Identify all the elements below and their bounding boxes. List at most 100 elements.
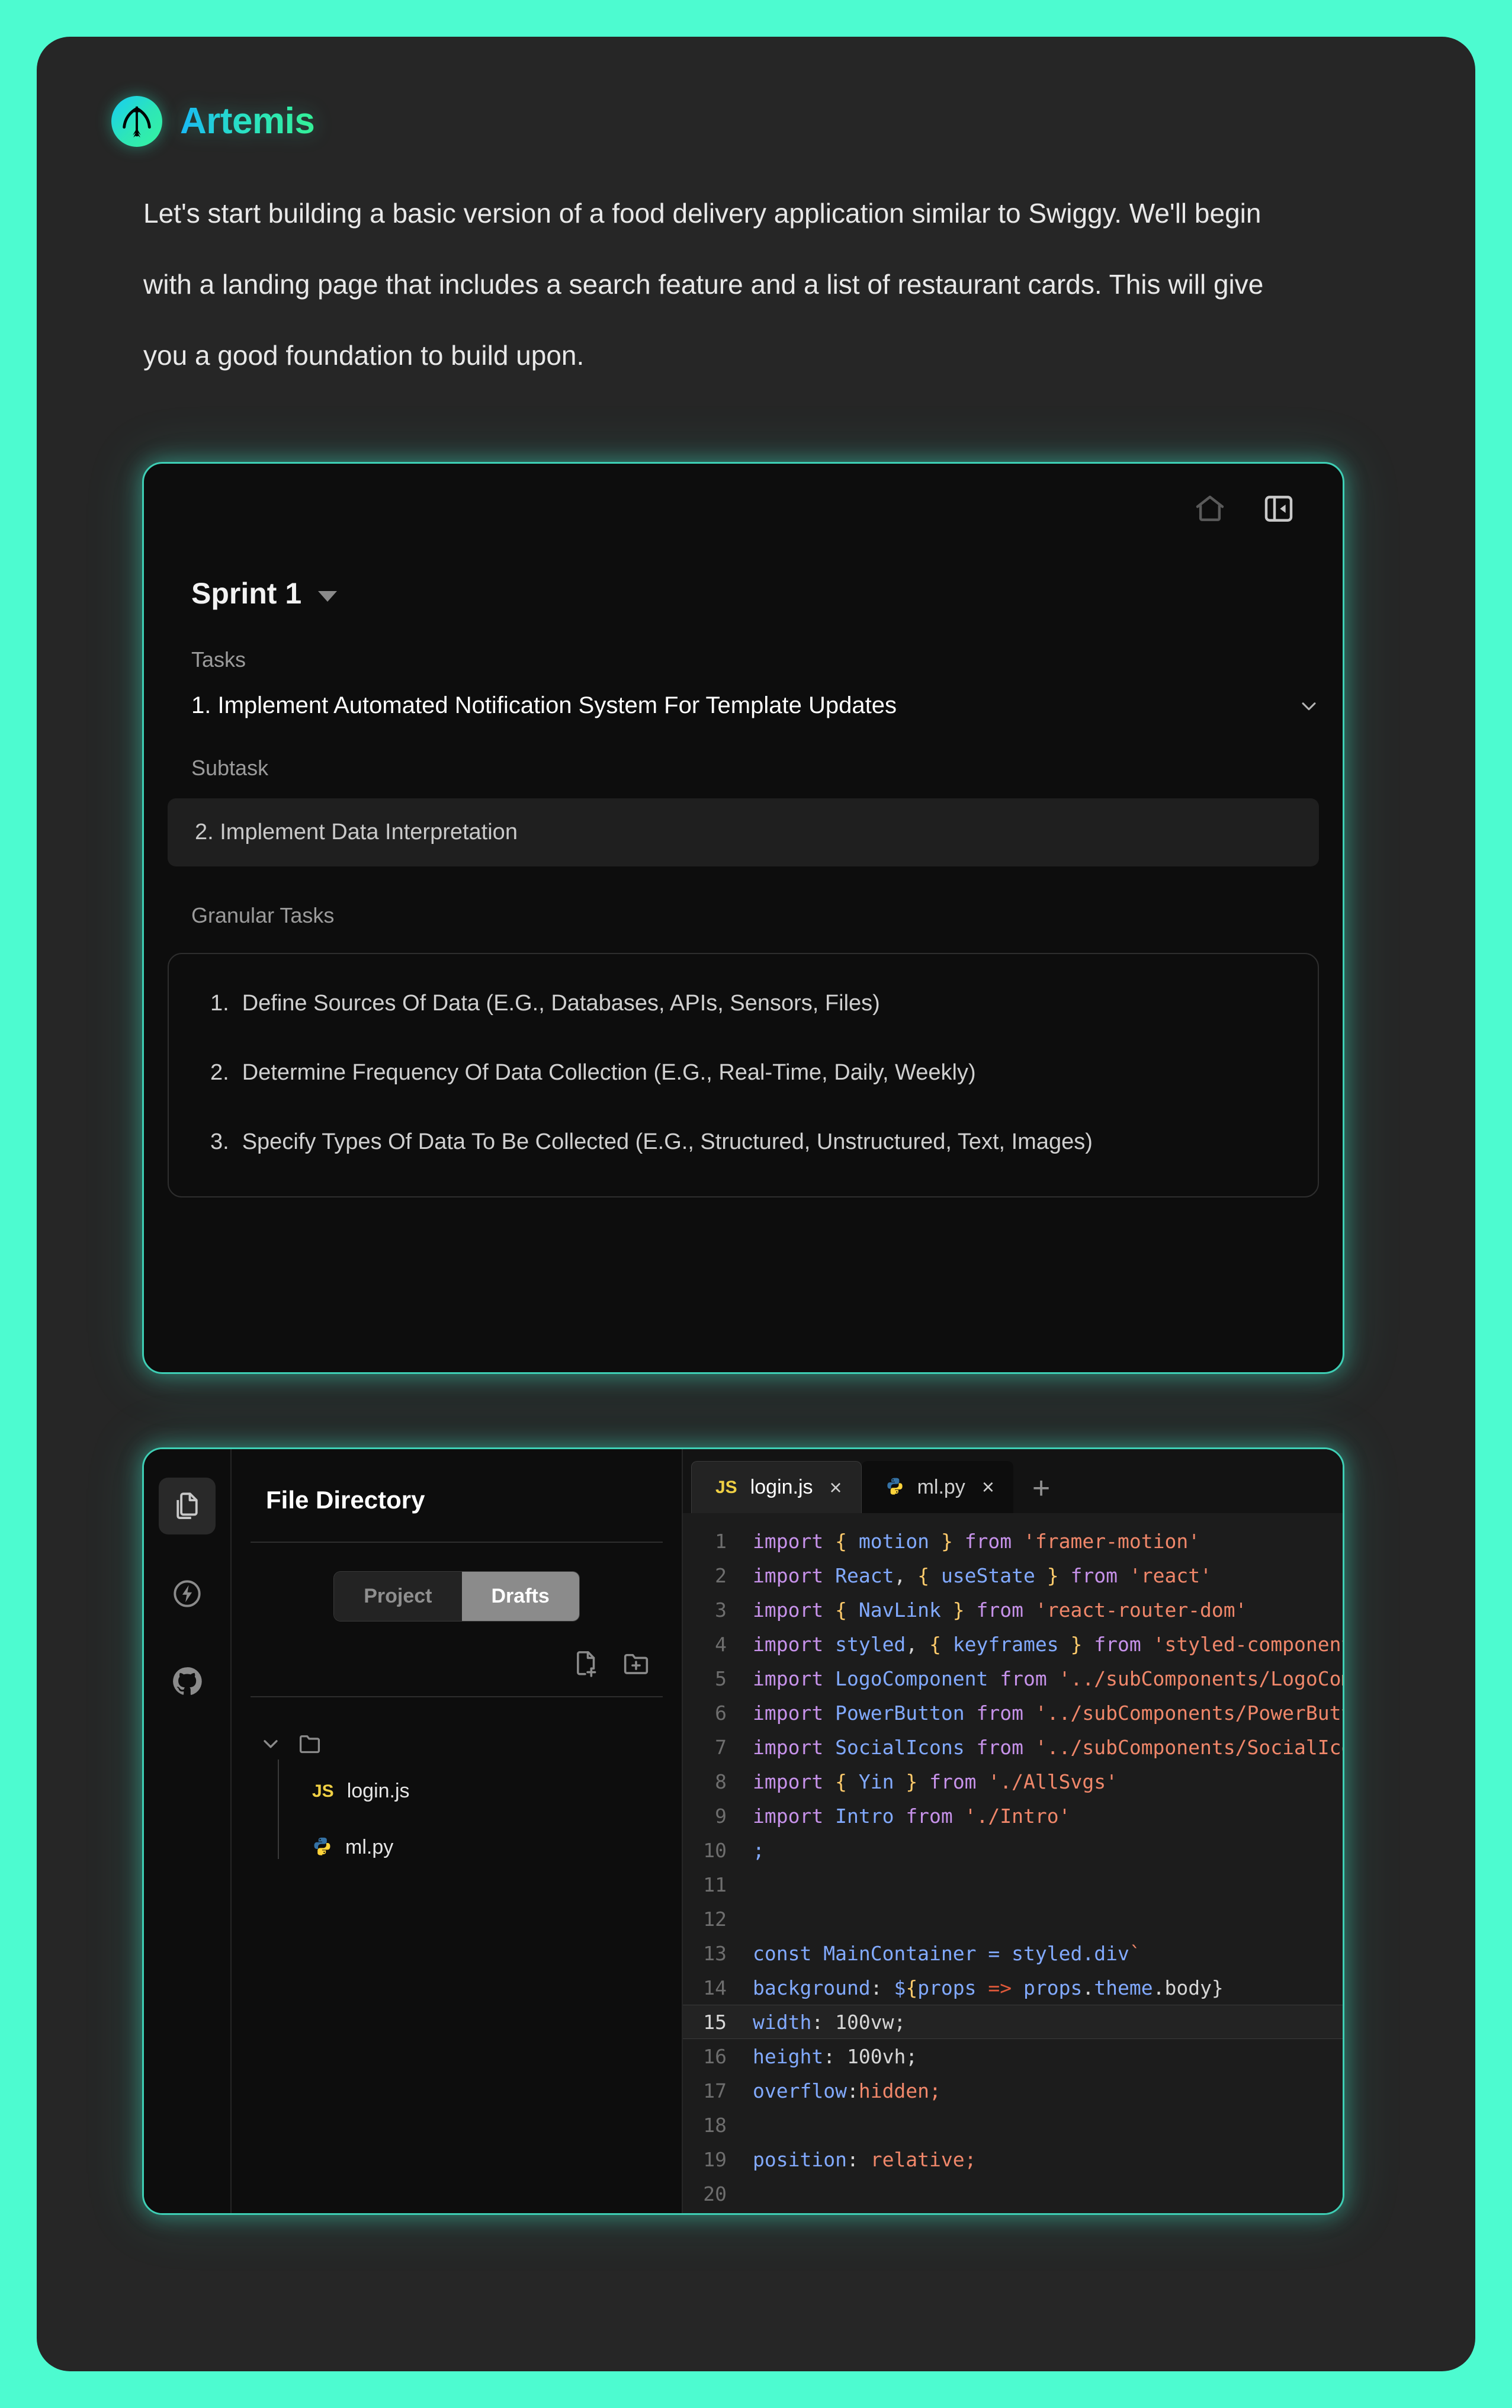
code-line[interactable]: 2 import React, { useState } from 'react' (683, 1558, 1343, 1593)
python-icon (312, 1836, 332, 1859)
code-line[interactable]: 5 import LogoComponent from '../subCompon… (683, 1661, 1343, 1696)
code-line[interactable]: 9 import Intro from './Intro' (683, 1799, 1343, 1833)
chevron-down-icon[interactable] (1299, 696, 1319, 716)
code-text: ; (753, 1838, 765, 1862)
code-area[interactable]: 1 import { motion } from 'framer-motion' 2… (683, 1513, 1343, 2213)
tab-drafts[interactable]: Drafts (461, 1572, 579, 1621)
js-icon: JS (715, 1477, 737, 1497)
page-root: Artemis Let's start building a basic ver… (0, 0, 1512, 2408)
lightning-circle-icon[interactable] (159, 1565, 216, 1622)
code-editor: JS login.js × ml.py × + 1 import {motio… (683, 1449, 1343, 2213)
code-line[interactable]: 17 overflow:hidden; (683, 2073, 1343, 2108)
code-line[interactable]: 20 (683, 2176, 1343, 2211)
close-icon[interactable]: × (826, 1476, 842, 1498)
chevron-down-icon[interactable] (259, 1732, 283, 1758)
list-item[interactable]: ml.py (312, 1836, 682, 1859)
code-line[interactable]: 10; (683, 1833, 1343, 1867)
line-number: 20 (703, 2182, 727, 2205)
list-item-label: login.js (346, 1780, 410, 1802)
line-number: 9 (715, 1804, 727, 1828)
list-item-label: ml.py (345, 1836, 394, 1858)
home-icon[interactable] (1193, 492, 1227, 525)
subtask-row[interactable]: 2. Implement Data Interpretation (168, 798, 1319, 866)
tab-ml-py[interactable]: ml.py × (861, 1461, 1013, 1513)
line-number: 8 (715, 1770, 727, 1793)
sprint-card-toolbar (144, 464, 1343, 525)
list-item[interactable]: 1. Define Sources Of Data (E.G., Databas… (210, 987, 1276, 1020)
code-line[interactable]: 19 position: relative; (683, 2142, 1343, 2176)
granular-tasks-list: 1. Define Sources Of Data (E.G., Databas… (168, 953, 1319, 1198)
tree-folder-row[interactable] (259, 1730, 682, 1760)
code-text: import PowerButton from '../subComponent… (753, 1701, 1343, 1725)
new-folder-icon[interactable] (621, 1649, 651, 1678)
code-text: height: 100vh; (753, 2044, 918, 2068)
code-text: import Intro from './Intro' (753, 1804, 1071, 1828)
line-number: 19 (703, 2147, 727, 2171)
code-text: background: ${props => props.theme.body} (753, 1976, 1224, 1999)
code-text: import LogoComponent from '../subCompone… (753, 1667, 1343, 1690)
divider (251, 1542, 663, 1543)
tab-project[interactable]: Project (334, 1572, 462, 1621)
folder-icon (297, 1730, 323, 1760)
line-number: 13 (703, 1941, 727, 1965)
list-item-label: Define Sources Of Data (E.G., Databases,… (242, 991, 880, 1016)
list-item[interactable]: JS login.js (312, 1780, 682, 1803)
code-line[interactable]: 16 height: 100vh; (683, 2039, 1343, 2073)
files-icon[interactable] (159, 1478, 216, 1534)
line-number: 10 (703, 1838, 727, 1862)
list-item[interactable]: 3. Specify Types Of Data To Be Collected… (210, 1126, 1276, 1158)
line-number: 17 (703, 2079, 727, 2102)
line-number: 6 (715, 1701, 727, 1725)
code-line[interactable]: 7 import SocialIcons from '../subComponen… (683, 1730, 1343, 1764)
add-tab-button[interactable]: + (1013, 1473, 1050, 1513)
list-item-label: Determine Frequency Of Data Collection (… (242, 1060, 976, 1086)
line-number: 2 (715, 1563, 727, 1587)
file-directory-panel: File Directory Project Drafts JS login.j… (232, 1449, 683, 2213)
list-item-number: 2. (210, 1060, 229, 1086)
list-item-label: Specify Types Of Data To Be Collected (E… (242, 1129, 1093, 1155)
tree-children: JS login.js ml.py (278, 1760, 682, 1859)
code-line[interactable]: 3 import { NavLink } from 'react-router-d… (683, 1593, 1343, 1627)
close-icon[interactable]: × (978, 1476, 994, 1498)
tasks-section-label: Tasks (191, 647, 246, 672)
code-line[interactable]: 12 (683, 1902, 1343, 1936)
js-icon: JS (312, 1781, 334, 1801)
line-number: 4 (715, 1632, 727, 1656)
brand-header: Artemis (111, 96, 1439, 147)
subtask-section-label: Subtask (191, 756, 269, 780)
panel-collapse-icon[interactable] (1262, 492, 1295, 525)
task-row[interactable]: 1. Implement Automated Notification Syst… (191, 692, 1319, 719)
sprint-selector[interactable]: Sprint 1 (191, 576, 1343, 611)
code-line[interactable]: 4 import styled, { keyframes } from 'styl… (683, 1627, 1343, 1661)
line-number: 15 (703, 2010, 727, 2034)
line-number: 7 (715, 1735, 727, 1759)
code-text: width: 100vw; (753, 2010, 906, 2034)
list-item[interactable]: 2. Determine Frequency Of Data Collectio… (210, 1057, 1276, 1089)
code-line[interactable]: 13 const MainContainer = styled.div` (683, 1936, 1343, 1970)
code-text: const MainContainer = styled.div` (753, 1941, 1141, 1965)
code-line[interactable]: 15 width: 100vw; (683, 2005, 1343, 2039)
code-line[interactable]: 8 import { Yin } from './AllSvgs' (683, 1764, 1343, 1799)
project-drafts-toggle: Project Drafts (232, 1571, 682, 1622)
code-line[interactable]: 11 (683, 1867, 1343, 1902)
line-number: 16 (703, 2044, 727, 2068)
ide-card: File Directory Project Drafts JS login.j… (142, 1447, 1344, 2215)
granular-tasks-section-label: Granular Tasks (191, 903, 335, 927)
file-tree: JS login.js ml.py (232, 1697, 682, 1859)
new-file-icon[interactable] (572, 1649, 601, 1678)
tab-login-js[interactable]: JS login.js × (691, 1461, 862, 1513)
code-text: import React, { useState } from 'react' (753, 1563, 1212, 1587)
chevron-down-icon (318, 591, 338, 602)
intro-paragraph: Let's start building a basic version of … (143, 198, 1264, 371)
code-line[interactable]: 6 import PowerButton from '../subComponen… (683, 1696, 1343, 1730)
line-number: 18 (703, 2113, 727, 2137)
code-line[interactable]: 18 (683, 2108, 1343, 2142)
code-text: import { Yin } from './AllSvgs' (753, 1770, 1118, 1793)
code-line[interactable]: 1 import { motion } from 'framer-motion' (683, 1524, 1343, 1558)
github-icon[interactable] (159, 1653, 216, 1710)
app-shell: Artemis Let's start building a basic ver… (37, 37, 1475, 2371)
code-line[interactable]: 14 background: ${props => props.theme.bod… (683, 1970, 1343, 2005)
sprint-name-label: Sprint 1 (191, 577, 302, 610)
code-text: import SocialIcons from '../subComponent… (753, 1735, 1343, 1759)
page-title: Artemis (180, 100, 315, 142)
